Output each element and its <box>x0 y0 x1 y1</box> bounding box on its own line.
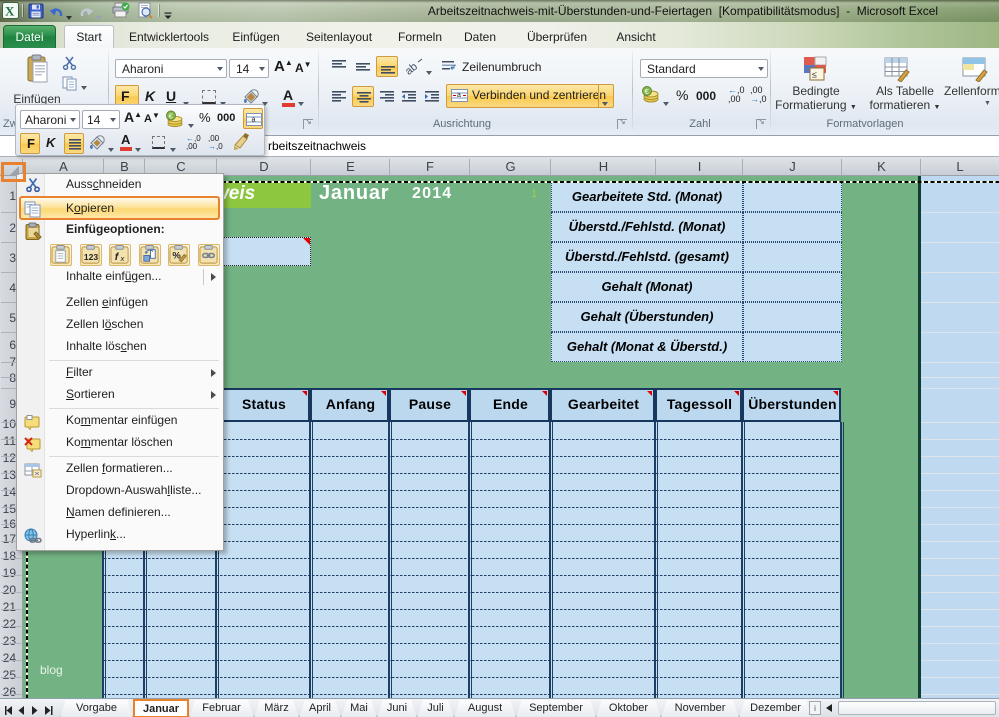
svg-text:a: a <box>252 116 256 123</box>
svg-text:X: X <box>5 4 15 19</box>
svg-text:123: 123 <box>84 252 99 262</box>
svg-text:a: a <box>457 92 461 99</box>
svg-text:ab: ab <box>404 61 420 76</box>
svg-text:≤: ≤ <box>812 70 817 80</box>
